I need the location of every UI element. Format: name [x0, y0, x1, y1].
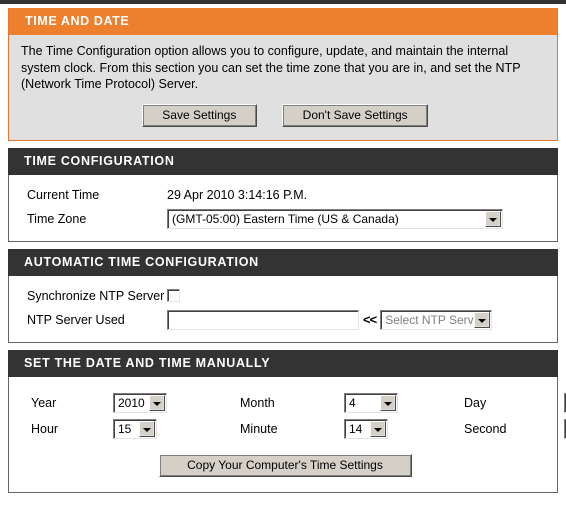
minute-label: Minute: [240, 421, 278, 436]
set-date-time-manually-section: SET THE DATE AND TIME MANUALLY Year 2010…: [8, 349, 566, 493]
manual-time-row: Hour 15 Minute 14 Second: [31, 416, 566, 442]
hour-select[interactable]: 15: [113, 418, 157, 439]
time-and-date-panel: TIME AND DATE The Time Configuration opt…: [8, 8, 558, 141]
automatic-time-configuration-section: AUTOMATIC TIME CONFIGURATION Synchronize…: [8, 248, 558, 343]
time-and-date-description: The Time Configuration option allows you…: [21, 44, 521, 91]
year-select[interactable]: 2010: [113, 392, 167, 413]
chevron-down-icon[interactable]: [139, 420, 155, 437]
synchronize-ntp-label: Synchronize NTP Server: [27, 288, 165, 303]
copy-left-arrows: <<: [363, 312, 377, 327]
copy-computer-time-settings-button[interactable]: Copy Your Computer's Time Settings: [158, 453, 412, 477]
synchronize-ntp-row: Synchronize NTP Server: [9, 285, 557, 307]
second-label: Second: [464, 421, 507, 436]
day-label: Day: [464, 395, 487, 410]
hour-label: Hour: [31, 421, 59, 436]
synchronize-ntp-checkbox[interactable]: [167, 289, 180, 302]
current-time-label: Current Time: [27, 187, 100, 202]
set-date-time-manually-body: Year 2010 Month 4 Day Hour 15 Minute 14 …: [9, 376, 566, 492]
chevron-down-icon[interactable]: [380, 394, 396, 411]
manual-date-row: Year 2010 Month 4 Day: [31, 390, 566, 416]
time-zone-select[interactable]: (GMT-05:00) Eastern Time (US & Canada): [167, 208, 503, 229]
ntp-server-used-row: NTP Server Used << Select NTP Server: [9, 309, 557, 331]
time-configuration-section: TIME CONFIGURATION Current Time 29 Apr 2…: [8, 147, 558, 242]
month-label: Month: [240, 395, 275, 410]
automatic-time-configuration-body: Synchronize NTP Server NTP Server Used <…: [9, 275, 557, 342]
chevron-down-icon[interactable]: [474, 311, 491, 328]
dont-save-settings-button-top[interactable]: Don't Save Settings: [282, 103, 429, 127]
manual-date-grid: Year 2010 Month 4 Day Hour 15 Minute 14 …: [9, 386, 566, 444]
current-time-value: 29 Apr 2010 3:14:16 P.M.: [167, 187, 308, 202]
year-field: 2010: [113, 392, 240, 413]
time-zone-select-value: (GMT-05:00) Eastern Time (US & Canada): [172, 211, 399, 226]
copy-time-settings-row: Copy Your Computer's Time Settings: [13, 444, 557, 481]
month-select[interactable]: 4: [344, 392, 398, 413]
minute-select[interactable]: 14: [344, 418, 388, 439]
time-configuration-body: Current Time 29 Apr 2010 3:14:16 P.M. Ti…: [9, 174, 557, 241]
ntp-server-used-label: NTP Server Used: [27, 312, 125, 327]
intro-button-row: Save Settings Don't Save Settings: [21, 103, 545, 127]
time-and-date-body: The Time Configuration option allows you…: [9, 35, 557, 140]
hour-field: 15: [113, 418, 240, 439]
footer-button-row: Save Settings Don't Save Settings: [0, 493, 566, 518]
select-ntp-server-dropdown[interactable]: Select NTP Server: [380, 309, 493, 330]
chevron-down-icon[interactable]: [485, 210, 501, 227]
chevron-down-icon[interactable]: [149, 394, 165, 411]
chevron-down-icon[interactable]: [370, 420, 386, 437]
set-date-time-manually-header: SET THE DATE AND TIME MANUALLY: [8, 349, 558, 377]
minute-field: 14: [344, 418, 464, 439]
time-zone-row: Time Zone (GMT-05:00) Eastern Time (US &…: [9, 208, 557, 230]
save-settings-button-top[interactable]: Save Settings: [141, 103, 257, 127]
current-time-row: Current Time 29 Apr 2010 3:14:16 P.M.: [9, 184, 557, 206]
ntp-server-input[interactable]: [167, 309, 359, 330]
time-configuration-header: TIME CONFIGURATION: [8, 147, 558, 175]
month-field: 4: [344, 392, 464, 413]
year-label: Year: [31, 395, 57, 410]
time-zone-label: Time Zone: [27, 211, 87, 226]
top-divider: [0, 0, 566, 4]
automatic-time-configuration-header: AUTOMATIC TIME CONFIGURATION: [8, 248, 558, 276]
time-and-date-header: TIME AND DATE: [9, 8, 557, 35]
